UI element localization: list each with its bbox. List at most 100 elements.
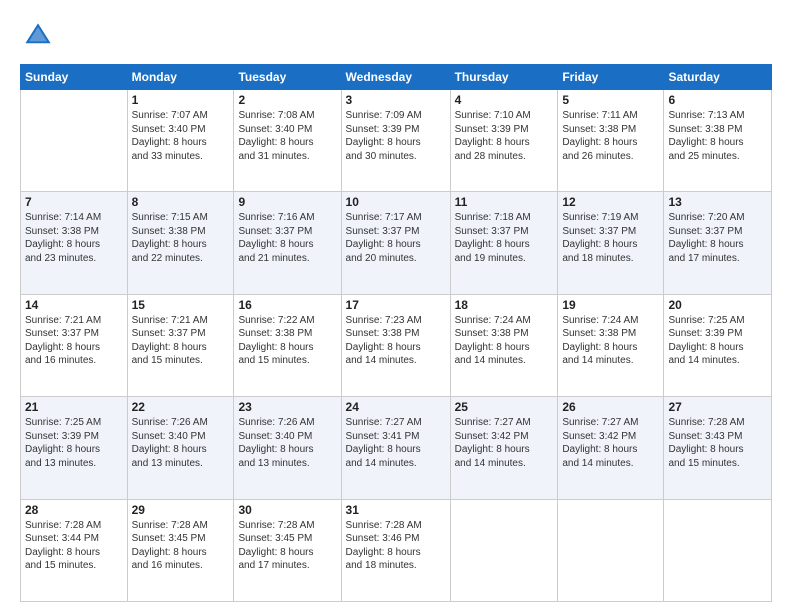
calendar-cell: 27Sunrise: 7:28 AM Sunset: 3:43 PM Dayli… [664, 397, 772, 499]
calendar-cell: 10 Sunrise: 7:17 AM Sunset: 3:37 PM Dayli… [341, 192, 450, 294]
calendar-cell: 11 Sunrise: 7:18 AM Sunset: 3:37 PM Dayli… [450, 192, 558, 294]
calendar-cell: 28 Sunrise: 7:28 AM Sunset: 3:44 PM Dayli… [21, 499, 128, 601]
day-number: 31 [346, 503, 446, 517]
day-info: Sunrise: 7:26 AM Sunset: 3:40 PM Dayligh… [238, 416, 336, 470]
calendar-cell: 22 Sunrise: 7:26 AM Sunset: 3:40 PM Dayli… [127, 397, 234, 499]
day-info: Sunrise: 7:24 AM Sunset: 3:38 PM Dayligh… [455, 314, 554, 368]
day-number: 30 [238, 503, 336, 517]
day-info: Sunrise: 7:26 AM Sunset: 3:40 PM Dayligh… [132, 416, 230, 470]
day-number: 16 [238, 298, 336, 312]
day-info: Sunrise: 7:28 AM Sunset: 3:44 PM Dayligh… [25, 519, 123, 573]
day-info: Sunrise: 7:27 AM Sunset: 3:41 PM Dayligh… [346, 416, 446, 470]
calendar-cell: 20Sunrise: 7:25 AM Sunset: 3:39 PM Dayli… [664, 294, 772, 396]
calendar-cell: 17 Sunrise: 7:23 AM Sunset: 3:38 PM Dayli… [341, 294, 450, 396]
day-info: Sunrise: 7:23 AM Sunset: 3:38 PM Dayligh… [346, 314, 446, 368]
day-info: Sunrise: 7:17 AM Sunset: 3:37 PM Dayligh… [346, 211, 446, 265]
calendar-week-row: 14 Sunrise: 7:21 AM Sunset: 3:37 PM Dayli… [21, 294, 772, 396]
weekday-header-thursday: Thursday [450, 65, 558, 90]
day-number: 28 [25, 503, 123, 517]
day-info: Sunrise: 7:08 AM Sunset: 3:40 PM Dayligh… [238, 109, 336, 163]
day-info: Sunrise: 7:22 AM Sunset: 3:38 PM Dayligh… [238, 314, 336, 368]
day-number: 1 [132, 93, 230, 107]
day-number: 14 [25, 298, 123, 312]
day-number: 12 [562, 195, 659, 209]
header [20, 18, 772, 54]
day-info: Sunrise: 7:11 AM Sunset: 3:38 PM Dayligh… [562, 109, 659, 163]
day-number: 13 [668, 195, 767, 209]
weekday-header-saturday: Saturday [664, 65, 772, 90]
calendar-cell: 29 Sunrise: 7:28 AM Sunset: 3:45 PM Dayli… [127, 499, 234, 601]
calendar-cell: 5 Sunrise: 7:11 AM Sunset: 3:38 PM Daylig… [558, 90, 664, 192]
calendar-cell: 30 Sunrise: 7:28 AM Sunset: 3:45 PM Dayli… [234, 499, 341, 601]
day-info: Sunrise: 7:16 AM Sunset: 3:37 PM Dayligh… [238, 211, 336, 265]
day-number: 29 [132, 503, 230, 517]
calendar-cell: 24 Sunrise: 7:27 AM Sunset: 3:41 PM Dayli… [341, 397, 450, 499]
calendar-cell: 12 Sunrise: 7:19 AM Sunset: 3:37 PM Dayli… [558, 192, 664, 294]
day-info: Sunrise: 7:20 AM Sunset: 3:37 PM Dayligh… [668, 211, 767, 265]
calendar-cell: 23 Sunrise: 7:26 AM Sunset: 3:40 PM Dayli… [234, 397, 341, 499]
day-number: 9 [238, 195, 336, 209]
calendar-week-row: 7Sunrise: 7:14 AM Sunset: 3:38 PM Daylig… [21, 192, 772, 294]
day-number: 10 [346, 195, 446, 209]
day-number: 11 [455, 195, 554, 209]
weekday-header-tuesday: Tuesday [234, 65, 341, 90]
day-info: Sunrise: 7:28 AM Sunset: 3:45 PM Dayligh… [238, 519, 336, 573]
day-info: Sunrise: 7:19 AM Sunset: 3:37 PM Dayligh… [562, 211, 659, 265]
day-info: Sunrise: 7:24 AM Sunset: 3:38 PM Dayligh… [562, 314, 659, 368]
day-number: 8 [132, 195, 230, 209]
day-info: Sunrise: 7:10 AM Sunset: 3:39 PM Dayligh… [455, 109, 554, 163]
day-number: 19 [562, 298, 659, 312]
calendar-week-row: 1 Sunrise: 7:07 AM Sunset: 3:40 PM Daylig… [21, 90, 772, 192]
calendar-cell: 25 Sunrise: 7:27 AM Sunset: 3:42 PM Dayli… [450, 397, 558, 499]
calendar-cell: 3Sunrise: 7:09 AM Sunset: 3:39 PM Daylig… [341, 90, 450, 192]
day-info: Sunrise: 7:21 AM Sunset: 3:37 PM Dayligh… [132, 314, 230, 368]
weekday-header-friday: Friday [558, 65, 664, 90]
day-number: 24 [346, 400, 446, 414]
calendar-week-row: 21 Sunrise: 7:25 AM Sunset: 3:39 PM Dayli… [21, 397, 772, 499]
day-number: 5 [562, 93, 659, 107]
page: SundayMondayTuesdayWednesdayThursdayFrid… [0, 0, 792, 612]
calendar-cell: 18 Sunrise: 7:24 AM Sunset: 3:38 PM Dayli… [450, 294, 558, 396]
calendar-cell [558, 499, 664, 601]
calendar-cell: 6 Sunrise: 7:13 AM Sunset: 3:38 PM Daylig… [664, 90, 772, 192]
day-info: Sunrise: 7:28 AM Sunset: 3:46 PM Dayligh… [346, 519, 446, 573]
day-number: 27 [668, 400, 767, 414]
day-number: 4 [455, 93, 554, 107]
day-number: 22 [132, 400, 230, 414]
calendar-cell: 19 Sunrise: 7:24 AM Sunset: 3:38 PM Dayli… [558, 294, 664, 396]
calendar-cell: 13 Sunrise: 7:20 AM Sunset: 3:37 PM Dayli… [664, 192, 772, 294]
calendar-cell [664, 499, 772, 601]
day-info: Sunrise: 7:21 AM Sunset: 3:37 PM Dayligh… [25, 314, 123, 368]
day-number: 25 [455, 400, 554, 414]
weekday-header-sunday: Sunday [21, 65, 128, 90]
calendar-cell: 7Sunrise: 7:14 AM Sunset: 3:38 PM Daylig… [21, 192, 128, 294]
weekday-header-monday: Monday [127, 65, 234, 90]
day-info: Sunrise: 7:07 AM Sunset: 3:40 PM Dayligh… [132, 109, 230, 163]
day-info: Sunrise: 7:28 AM Sunset: 3:45 PM Dayligh… [132, 519, 230, 573]
calendar-cell: 31 Sunrise: 7:28 AM Sunset: 3:46 PM Dayli… [341, 499, 450, 601]
calendar-cell: 1 Sunrise: 7:07 AM Sunset: 3:40 PM Daylig… [127, 90, 234, 192]
day-number: 2 [238, 93, 336, 107]
day-number: 20 [668, 298, 767, 312]
day-info: Sunrise: 7:18 AM Sunset: 3:37 PM Dayligh… [455, 211, 554, 265]
calendar-header-row: SundayMondayTuesdayWednesdayThursdayFrid… [21, 65, 772, 90]
day-info: Sunrise: 7:27 AM Sunset: 3:42 PM Dayligh… [455, 416, 554, 470]
calendar-cell [450, 499, 558, 601]
day-number: 6 [668, 93, 767, 107]
calendar-week-row: 28 Sunrise: 7:28 AM Sunset: 3:44 PM Dayli… [21, 499, 772, 601]
day-info: Sunrise: 7:25 AM Sunset: 3:39 PM Dayligh… [25, 416, 123, 470]
calendar-cell: 21 Sunrise: 7:25 AM Sunset: 3:39 PM Dayli… [21, 397, 128, 499]
logo-icon [20, 18, 56, 54]
logo [20, 18, 60, 54]
day-info: Sunrise: 7:13 AM Sunset: 3:38 PM Dayligh… [668, 109, 767, 163]
calendar-cell: 9 Sunrise: 7:16 AM Sunset: 3:37 PM Daylig… [234, 192, 341, 294]
day-number: 17 [346, 298, 446, 312]
day-number: 21 [25, 400, 123, 414]
calendar-cell: 16 Sunrise: 7:22 AM Sunset: 3:38 PM Dayli… [234, 294, 341, 396]
day-number: 18 [455, 298, 554, 312]
day-number: 23 [238, 400, 336, 414]
calendar-cell: 2 Sunrise: 7:08 AM Sunset: 3:40 PM Daylig… [234, 90, 341, 192]
day-info: Sunrise: 7:15 AM Sunset: 3:38 PM Dayligh… [132, 211, 230, 265]
day-number: 26 [562, 400, 659, 414]
day-number: 3 [346, 93, 446, 107]
